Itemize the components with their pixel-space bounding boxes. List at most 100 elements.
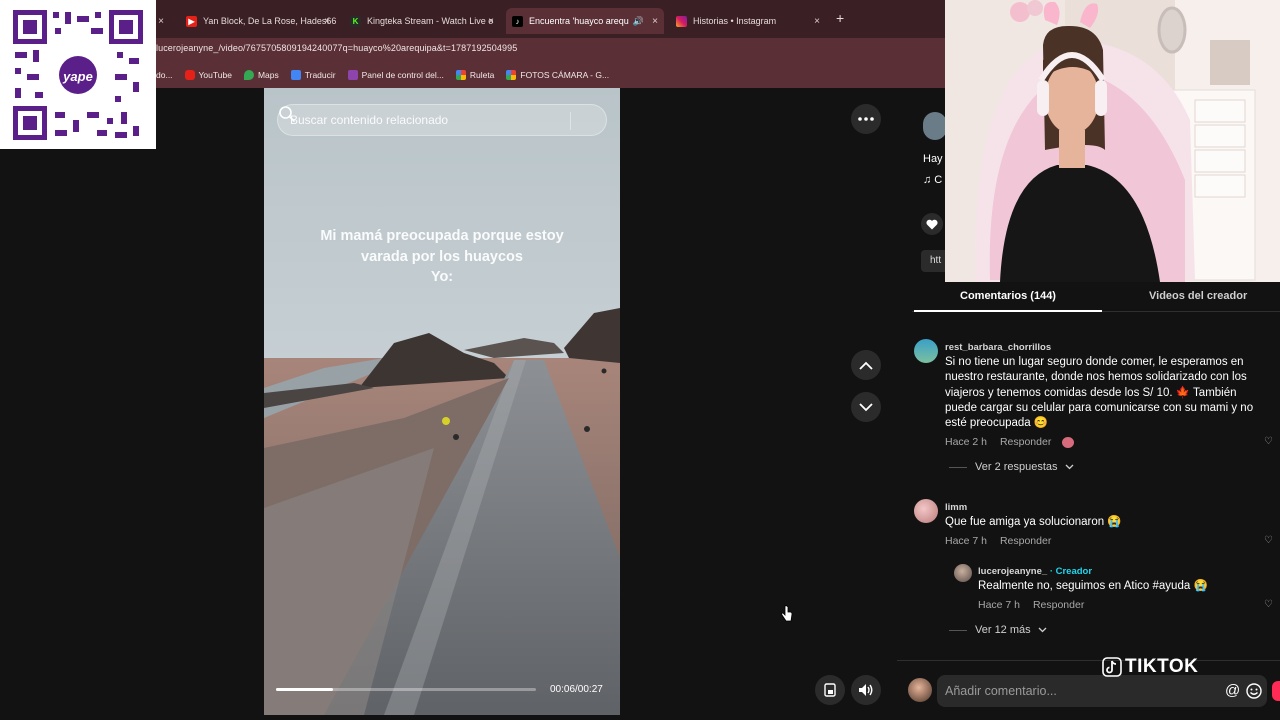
tab-youtube[interactable]: ▶ Yan Block, De La Rose, Hades66 × [180,8,336,34]
bookmark-panel[interactable]: Panel de control del... [347,70,444,80]
more-options-button[interactable] [851,104,881,134]
tiktok-watermark: TIKTOK [1102,656,1198,678]
bookmark-label: Traducir [304,70,336,80]
reply-button[interactable]: Responder [1033,599,1084,611]
view-replies-button[interactable]: Ver 2 respuestas [949,461,1074,473]
previous-video-button[interactable] [851,350,881,380]
comment-input-box[interactable]: @ [937,675,1267,707]
tab-title: Kingteka Stream - Watch Live o [367,16,494,26]
bookmark-maps[interactable]: Maps [243,70,279,80]
chevron-down-icon [1038,627,1047,633]
bookmark-fotos[interactable]: FOTOS CÁMARA - G... [506,70,609,80]
comment-username[interactable]: rest_barbara_chorrillos [945,342,1051,353]
bookmark-ruleta[interactable]: Ruleta [455,70,495,80]
maps-pin-icon [243,70,254,80]
related-search-input[interactable] [290,113,560,127]
volume-button[interactable] [851,675,881,705]
music-peek[interactable]: ♫ C [923,174,942,186]
bookmark-label: YouTube [198,70,232,80]
close-icon[interactable]: × [488,16,494,27]
floating-player-button[interactable] [815,675,845,705]
video-progress-bar[interactable] [276,688,536,691]
creator-liked-badge [1062,436,1075,448]
browser-tab-bar: × ▶ Yan Block, De La Rose, Hades66 × K K… [156,0,945,38]
comment-like-icon[interactable]: ♡ [1264,436,1273,447]
tab-creator-videos[interactable]: Videos del creador [1149,290,1247,302]
tab-title: Historias • Instagram [693,16,777,26]
reply-button[interactable]: Responder [1000,535,1051,547]
address-bar[interactable]: lucerojeanyne_/video/7675705809194240077… [156,38,945,62]
bookmark-item[interactable]: do... [156,70,173,80]
comment-time: Hace 7 h [978,599,1021,611]
creator-avatar[interactable] [923,112,947,140]
like-button[interactable] [921,213,943,235]
tab-partial[interactable]: × [152,8,164,34]
comment-like-icon[interactable]: ♡ [1264,535,1273,546]
webcam-scene [945,0,1280,282]
bookmark-translate[interactable]: Traducir [290,70,336,80]
chevron-down-icon [1065,464,1074,470]
speaker-icon[interactable]: 🔊 [633,16,644,27]
watermark-text: TIKTOK [1125,656,1199,677]
tab-instagram[interactable]: Historias • Instagram × [670,8,826,34]
bookmark-label: Maps [257,70,279,80]
close-icon[interactable]: × [158,16,164,27]
video-progress-fill [276,688,334,691]
tab-tiktok[interactable]: ♪ Encuentra 'huayco arequipa 🔊 × [506,8,664,34]
comment-meta: Hace 7 h Responder [945,535,1051,547]
close-icon[interactable]: × [652,16,658,27]
url-text[interactable]: lucerojeanyne_/video/7675705809194240077… [156,43,517,53]
view-more-replies-button[interactable]: Ver 12 más [949,624,1047,636]
translate-icon [290,70,301,80]
bookmark-label: do... [156,70,173,80]
avatar[interactable] [914,499,938,523]
emoji-icon[interactable] [1246,683,1262,699]
close-icon[interactable]: × [814,16,820,27]
comment-like-icon[interactable]: ♡ [1264,599,1273,610]
video-player[interactable]: Mi mamá preocupada porque estoy varada p… [264,88,620,715]
tiktok-logo-icon [1102,657,1122,677]
tab-title: Yan Block, De La Rose, Hades66 [203,16,336,26]
comment-text: Si no tiene un lugar seguro donde comer,… [945,356,1254,430]
photos-icon [506,70,517,80]
chevron-up-icon [859,361,873,370]
volume-icon [859,684,873,696]
heart-icon [926,219,938,229]
close-icon[interactable]: × [324,16,330,27]
comment-input[interactable] [945,684,1205,698]
bookmark-label: Panel de control del... [361,70,444,80]
related-search-box[interactable] [277,104,607,136]
divider-line [949,629,967,631]
hand-cursor-icon [781,605,793,622]
screen: { "browser": { "tabs": [ {"title": "Yan … [0,0,1280,720]
avatar[interactable] [954,564,972,582]
creator-username: lucerojeanyne_ [978,566,1048,577]
tab-comments[interactable]: Comentarios (144) [960,290,1056,302]
panel-icon [347,70,358,80]
next-video-button[interactable] [851,392,881,422]
tab-title: Encuentra 'huayco arequipa [529,16,629,26]
comment-input-bar: @ [897,660,1280,720]
search-icon[interactable] [278,105,296,123]
bookmark-youtube[interactable]: YouTube [184,70,232,80]
instagram-icon [676,15,687,27]
new-tab-button[interactable]: + [836,10,844,26]
avatar [908,678,932,702]
view-more-label: Ver 12 más [975,624,1031,636]
google-icon [455,70,466,80]
mention-icon[interactable]: @ [1225,682,1240,699]
kick-icon: K [350,15,361,27]
view-replies-label: Ver 2 respuestas [975,461,1058,473]
yape-qr-code: yape [0,0,156,149]
youtube-icon [184,70,195,80]
bookmark-label: Ruleta [469,70,495,80]
divider-line [949,466,967,468]
tab-kick[interactable]: K Kingteka Stream - Watch Live o × [344,8,500,34]
comment-username[interactable]: limm [945,502,967,513]
video-frame-scene [264,88,620,715]
avatar[interactable] [914,339,938,363]
comment-username[interactable]: lucerojeanyne_ · Creador [978,566,1092,577]
bookmark-label: FOTOS CÁMARA - G... [520,70,610,80]
reply-button[interactable]: Responder [1000,436,1051,448]
post-button[interactable] [1272,681,1280,701]
